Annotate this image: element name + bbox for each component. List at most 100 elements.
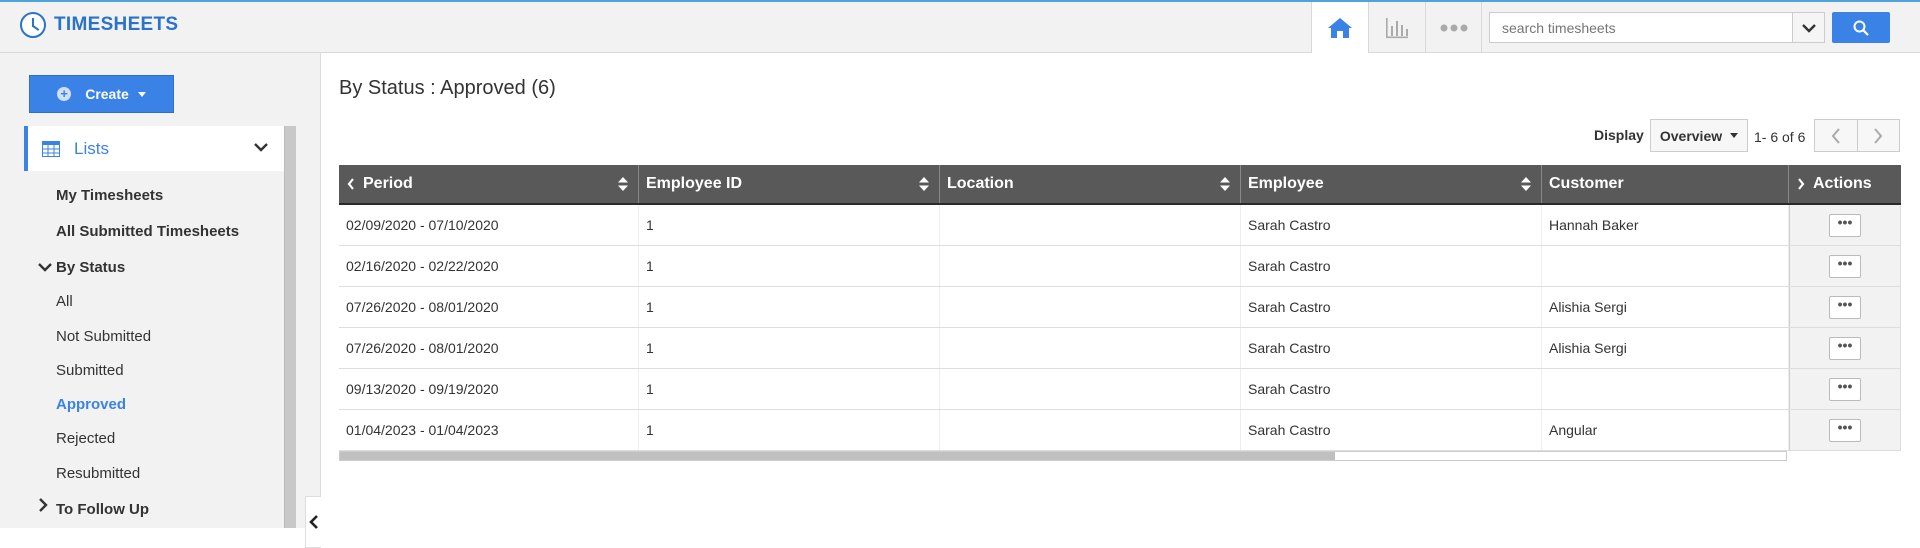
sidebar-item-to-follow-up[interactable]: To Follow Up: [56, 501, 149, 518]
sidebar-item-all-submitted[interactable]: All Submitted Timesheets: [56, 223, 239, 240]
cell-employee-id: 1: [639, 287, 940, 327]
scrollbar-thumb[interactable]: [340, 452, 1335, 460]
cell-period: 07/26/2020 - 08/01/2020: [339, 287, 639, 327]
sort-icon[interactable]: [1521, 177, 1531, 191]
sidebar-item-my-timesheets[interactable]: My Timesheets: [56, 187, 163, 204]
prev-page-button[interactable]: [1815, 120, 1858, 151]
cell-location: [940, 205, 1241, 245]
chevron-right-icon[interactable]: [38, 498, 48, 512]
cell-period: 01/04/2023 - 01/04/2023: [339, 410, 639, 450]
table-row[interactable]: 01/04/2023 - 01/04/2023 1 Sarah Castro A…: [339, 410, 1901, 451]
row-actions-button[interactable]: •••: [1829, 418, 1861, 442]
sort-icon[interactable]: [1220, 177, 1230, 191]
table-header: Period Employee ID Location Employee Cus…: [339, 165, 1901, 205]
cell-employee-id: 1: [639, 369, 940, 409]
cell-customer: [1542, 246, 1789, 286]
table-row[interactable]: 07/26/2020 - 08/01/2020 1 Sarah Castro A…: [339, 328, 1901, 369]
top-bar: TIMESHEETS: [0, 0, 1920, 53]
caret-down-icon: [1730, 133, 1739, 138]
cell-period: 02/09/2020 - 07/10/2020: [339, 205, 639, 245]
table-row[interactable]: 02/16/2020 - 02/22/2020 1 Sarah Castro •…: [339, 246, 1901, 287]
cell-customer: Alishia Sergi: [1542, 328, 1789, 368]
clock-icon: [20, 12, 46, 38]
more-button[interactable]: [1425, 2, 1482, 53]
sidebar-item-not-submitted[interactable]: Not Submitted: [56, 328, 151, 345]
row-actions-button[interactable]: •••: [1829, 213, 1861, 237]
cell-period: 02/16/2020 - 02/22/2020: [339, 246, 639, 286]
sidebar-collapse-button[interactable]: [305, 496, 321, 548]
create-button[interactable]: + Create: [29, 75, 174, 113]
chevron-right-icon[interactable]: [1797, 178, 1805, 190]
cell-employee-id: 1: [639, 246, 940, 286]
cell-actions: •••: [1789, 205, 1901, 245]
cell-location: [940, 410, 1241, 450]
cell-actions: •••: [1789, 287, 1901, 327]
display-label: Display: [1594, 127, 1644, 143]
chevron-down-icon: [254, 143, 268, 152]
cell-employee: Sarah Castro: [1241, 410, 1542, 450]
table-horizontal-scrollbar[interactable]: [339, 451, 1787, 461]
cell-employee-id: 1: [639, 328, 940, 368]
cell-employee: Sarah Castro: [1241, 328, 1542, 368]
cell-employee-id: 1: [639, 410, 940, 450]
row-actions-button[interactable]: •••: [1829, 336, 1861, 360]
column-header-period[interactable]: Period: [339, 165, 639, 203]
sidebar-item-by-status[interactable]: By Status: [56, 259, 125, 276]
table-row[interactable]: 02/09/2020 - 07/10/2020 1 Sarah Castro H…: [339, 205, 1901, 246]
column-header-location[interactable]: Location: [940, 165, 1241, 203]
search-dropdown-button[interactable]: [1792, 13, 1824, 42]
table-row[interactable]: 09/13/2020 - 09/19/2020 1 Sarah Castro •…: [339, 369, 1901, 410]
column-header-employee-id[interactable]: Employee ID: [639, 165, 940, 203]
chevron-left-icon[interactable]: [347, 178, 355, 190]
display-select[interactable]: Overview: [1650, 119, 1748, 152]
column-header-customer[interactable]: Customer: [1542, 165, 1789, 203]
cell-actions: •••: [1789, 410, 1901, 450]
cell-employee: Sarah Castro: [1241, 246, 1542, 286]
column-label: Actions: [1813, 175, 1872, 192]
cell-actions: •••: [1789, 328, 1901, 368]
cell-customer: [1542, 369, 1789, 409]
home-button[interactable]: [1311, 2, 1368, 53]
sidebar-item-all[interactable]: All: [56, 293, 73, 310]
column-label: Employee ID: [646, 175, 743, 192]
row-actions-button[interactable]: •••: [1829, 295, 1861, 319]
chevron-left-icon: [1831, 127, 1840, 144]
sort-icon[interactable]: [618, 177, 628, 191]
column-label: Location: [947, 175, 1014, 192]
table-icon: [42, 140, 60, 157]
column-label: Period: [363, 175, 413, 192]
sort-icon[interactable]: [919, 177, 929, 191]
search-box: [1489, 12, 1825, 43]
main-content: By Status : Approved (6) Display Overvie…: [322, 53, 1920, 528]
more-icon: [1440, 24, 1467, 31]
cell-actions: •••: [1789, 246, 1901, 286]
column-label: Employee: [1248, 175, 1324, 192]
search-button[interactable]: [1832, 12, 1890, 43]
sidebar: + Create Lists My Timesheets All Submitt…: [0, 53, 321, 548]
row-actions-button[interactable]: •••: [1829, 254, 1861, 278]
cell-period: 07/26/2020 - 08/01/2020: [339, 328, 639, 368]
app-title: TIMESHEETS: [54, 14, 179, 35]
cell-employee: Sarah Castro: [1241, 287, 1542, 327]
chevron-right-icon: [1874, 127, 1883, 144]
search-icon: [1853, 20, 1869, 36]
cell-period: 09/13/2020 - 09/19/2020: [339, 369, 639, 409]
app-brand[interactable]: TIMESHEETS: [20, 12, 178, 38]
search-input[interactable]: [1490, 13, 1792, 42]
row-actions-button[interactable]: •••: [1829, 377, 1861, 401]
sidebar-item-resubmitted[interactable]: Resubmitted: [56, 465, 140, 482]
sidebar-item-submitted[interactable]: Submitted: [56, 362, 124, 379]
chevron-down-icon[interactable]: [38, 262, 52, 272]
table-row[interactable]: 07/26/2020 - 08/01/2020 1 Sarah Castro A…: [339, 287, 1901, 328]
lists-section-header[interactable]: Lists: [24, 126, 284, 171]
column-header-employee[interactable]: Employee: [1241, 165, 1542, 203]
sidebar-scrollbar[interactable]: [284, 126, 296, 528]
next-page-button[interactable]: [1858, 120, 1900, 151]
chevron-left-icon: [308, 515, 318, 529]
create-label: Create: [85, 86, 129, 102]
sidebar-item-rejected[interactable]: Rejected: [56, 430, 115, 447]
cell-location: [940, 287, 1241, 327]
sidebar-item-approved[interactable]: Approved: [56, 396, 126, 413]
home-icon: [1328, 17, 1352, 38]
reports-button[interactable]: [1368, 2, 1425, 53]
